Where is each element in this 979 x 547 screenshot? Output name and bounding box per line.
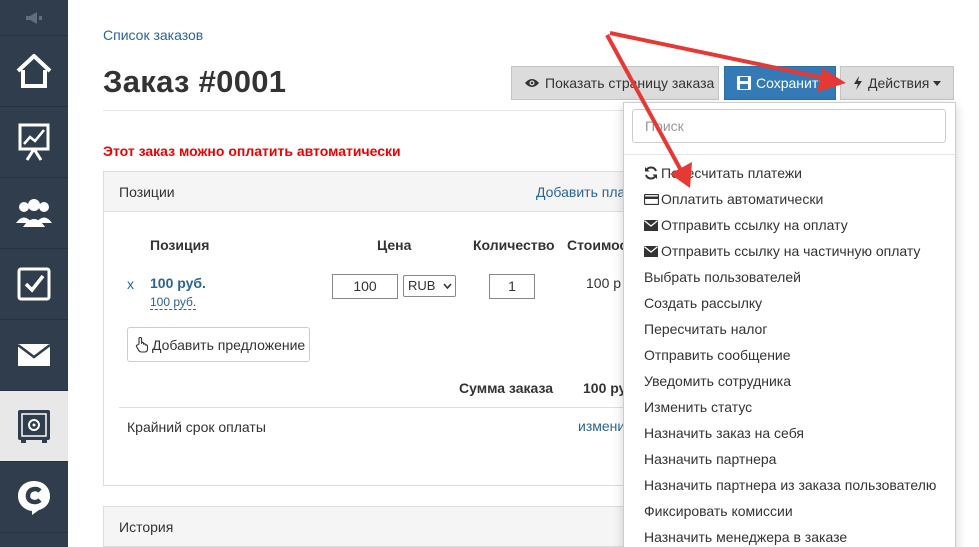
menu-item-pay-auto[interactable]: Оплатить автоматически [624, 186, 955, 212]
menu-item-send-partial-payment-link[interactable]: Отправить ссылку на частичную оплату [624, 238, 955, 264]
sidebar-toggle[interactable] [0, 0, 68, 36]
chat-logo-icon [18, 481, 50, 515]
add-payment-link[interactable]: Добавить плат [536, 184, 631, 200]
position-name-link[interactable]: 100 руб. [150, 275, 206, 291]
menu-item-label: Отправить ссылку на оплату [661, 217, 848, 233]
currency-select[interactable]: RUB [403, 275, 456, 297]
menu-item-label: Выбрать пользователей [644, 269, 801, 285]
sidebar-item-sales[interactable] [0, 391, 68, 462]
bolt-icon [853, 76, 863, 90]
price-input[interactable]: 100 [332, 274, 398, 299]
menu-item-assign-to-self[interactable]: Назначить заказ на себя [624, 420, 955, 446]
menu-item-change-status[interactable]: Изменить статус [624, 394, 955, 420]
currency-select-value: RUB [408, 278, 436, 293]
history-panel-title: История [119, 519, 174, 535]
menu-item-label: Изменить статус [644, 399, 753, 415]
menu-item-recalc-tax[interactable]: Пересчитать налог [624, 316, 955, 342]
menu-item-fix-commissions[interactable]: Фиксировать комиссии [624, 498, 955, 524]
actions-dropdown-button[interactable]: Действия [840, 66, 954, 100]
megaphone-icon [26, 11, 42, 24]
change-deadline-link[interactable]: измени [578, 418, 625, 434]
envelope-icon [644, 245, 661, 257]
column-header-quantity: Количество [473, 237, 555, 253]
menu-item-label: Оплатить автоматически [661, 191, 824, 207]
menu-item-assign-manager[interactable]: Назначить менеджера в заказе [624, 524, 955, 547]
history-panel-heading[interactable]: История [104, 507, 642, 547]
menu-item-label: Назначить партнера [644, 451, 777, 467]
safe-icon [18, 410, 50, 443]
row-divider [119, 407, 643, 408]
eye-icon [524, 77, 540, 89]
mail-icon [17, 344, 51, 366]
refresh-icon [644, 166, 661, 180]
save-button[interactable]: Сохранить [724, 66, 836, 100]
order-sum-label: Сумма заказа [459, 380, 554, 396]
caret-down-icon [933, 80, 942, 86]
menu-item-notify-employee[interactable]: Уведомить сотрудника [624, 368, 955, 394]
position-offer-link[interactable]: 100 руб. [150, 295, 197, 310]
chevron-down-icon [443, 283, 452, 289]
menu-item-label: Пересчитать налог [644, 321, 768, 337]
column-header-cost: Стоимос [567, 237, 628, 253]
add-offer-button[interactable]: Добавить предложение [127, 327, 310, 362]
dropdown-list: Пересчитать платежи Оплатить автоматичес… [624, 160, 955, 547]
position-cost: 100 р [586, 275, 622, 291]
add-offer-label: Добавить предложение [152, 336, 306, 353]
menu-item-label: Отправить ссылку на частичную оплату [661, 243, 921, 259]
page-title: Заказ #0001 [103, 64, 287, 99]
credit-card-icon [644, 193, 661, 205]
dropdown-search-input[interactable] [632, 109, 946, 143]
menu-item-send-message[interactable]: Отправить сообщение [624, 342, 955, 368]
menu-item-label: Фиксировать комиссии [644, 503, 793, 519]
actions-dropdown-menu: Пересчитать платежи Оплатить автоматичес… [623, 102, 956, 547]
checkbox-icon [17, 267, 51, 301]
sidebar-item-chat[interactable] [0, 462, 68, 533]
menu-item-label: Отправить сообщение [644, 347, 791, 363]
menu-item-send-payment-link[interactable]: Отправить ссылку на оплату [624, 212, 955, 238]
positions-panel-title: Позиции [119, 184, 175, 200]
show-order-page-label: Показать страницу заказа [545, 75, 715, 91]
sidebar-item-tasks[interactable] [0, 249, 68, 320]
payment-deadline-label: Крайний срок оплаты [127, 419, 266, 435]
history-panel: История [103, 506, 643, 547]
auto-pay-notice: Этот заказ можно оплатить автоматически [103, 143, 401, 159]
save-label: Сохранить [756, 75, 826, 91]
sidebar-item-users[interactable] [0, 178, 68, 249]
home-icon [16, 54, 52, 88]
menu-item-assign-partner-from-order[interactable]: Назначить партнера из заказа пользовател… [624, 472, 955, 498]
users-icon [16, 199, 52, 227]
sidebar-item-stats[interactable] [0, 107, 68, 178]
column-header-price: Цена [377, 237, 412, 253]
show-order-page-button[interactable]: Показать страницу заказа [511, 66, 719, 100]
actions-label: Действия [868, 75, 930, 91]
menu-item-label: Назначить партнера из заказа пользовател… [644, 477, 937, 493]
menu-item-recalc-payments[interactable]: Пересчитать платежи [624, 160, 955, 186]
title-divider [103, 110, 623, 111]
chart-board-icon [18, 123, 50, 161]
dropdown-divider [624, 154, 955, 155]
envelope-icon [644, 219, 661, 231]
menu-item-select-users[interactable]: Выбрать пользователей [624, 264, 955, 290]
menu-item-label: Создать рассылку [644, 295, 763, 311]
remove-position-button[interactable]: x [127, 276, 134, 292]
menu-item-label: Назначить менеджера в заказе [644, 529, 848, 545]
column-header-position: Позиция [150, 237, 210, 253]
menu-item-label: Уведомить сотрудника [644, 373, 792, 389]
sidebar [0, 0, 68, 547]
breadcrumb-orders-list[interactable]: Список заказов [103, 27, 203, 43]
menu-item-label: Пересчитать платежи [661, 165, 803, 181]
menu-item-label: Назначить заказ на себя [644, 425, 804, 441]
sidebar-item-mail[interactable] [0, 320, 68, 391]
hand-pointer-icon [135, 336, 149, 353]
menu-item-create-mailing[interactable]: Создать рассылку [624, 290, 955, 316]
sidebar-item-home[interactable] [0, 36, 68, 107]
floppy-icon [737, 76, 751, 90]
positions-panel-heading: Позиции Добавить плат [104, 172, 642, 212]
quantity-input[interactable]: 1 [489, 274, 535, 299]
menu-item-assign-partner[interactable]: Назначить партнера [624, 446, 955, 472]
